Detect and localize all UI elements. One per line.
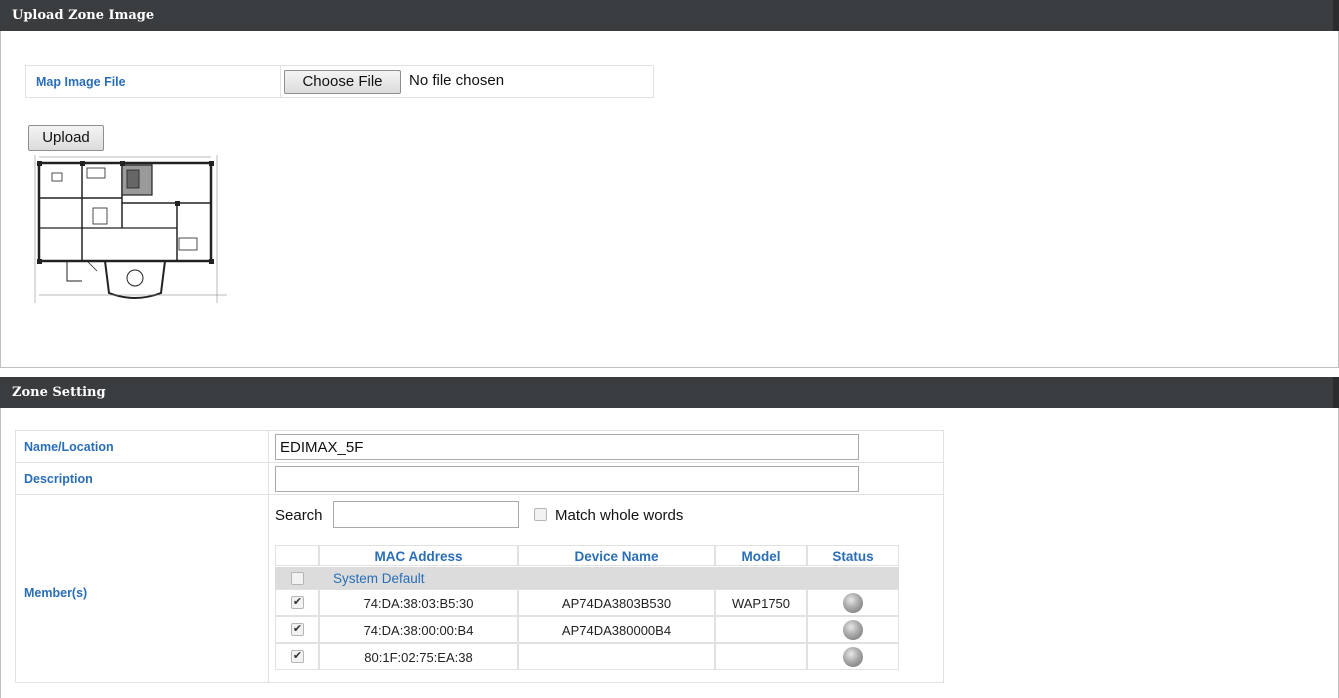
description-label: Description — [24, 472, 93, 486]
row-device-name — [518, 643, 715, 670]
match-whole-words-checkbox[interactable] — [534, 508, 547, 521]
row-checkbox-cell: ✔ — [275, 589, 319, 616]
table-row: ✔ 74:DA:38:00:00:B4 AP74DA380000B4 — [275, 616, 899, 643]
header-model: Model — [715, 545, 807, 566]
upload-zone-image-title: Upload Zone Image — [12, 8, 155, 23]
name-location-input[interactable] — [275, 434, 859, 460]
map-image-file-label-cell: Map Image File — [25, 65, 281, 98]
row-status-cell — [807, 589, 899, 616]
search-label: Search — [275, 507, 323, 524]
name-location-input-cell — [268, 430, 944, 463]
group-system-default-checkbox[interactable] — [291, 572, 304, 585]
row-mac-address: 74:DA:38:03:B5:30 — [319, 589, 518, 616]
status-indicator-icon — [843, 647, 863, 667]
row-model — [715, 643, 807, 670]
header-device-name: Device Name — [518, 545, 715, 566]
table-row: ✔ 80:1F:02:75:EA:38 — [275, 643, 899, 670]
row-model — [715, 616, 807, 643]
zone-form-table: Name/Location Description Member(s) Sear… — [15, 430, 944, 683]
description-input[interactable] — [275, 466, 859, 492]
header-checkbox-col — [275, 545, 319, 566]
row-model: WAP1750 — [715, 589, 807, 616]
status-indicator-icon — [843, 593, 863, 613]
description-input-cell — [268, 462, 944, 495]
floor-plan-image — [27, 153, 233, 305]
upload-form-table: Map Image File Choose File No file chose… — [25, 65, 654, 98]
row-status-cell — [807, 616, 899, 643]
members-content-cell: Search Match whole words MAC Address Dev… — [268, 494, 944, 683]
row-checkbox[interactable]: ✔ — [291, 596, 304, 609]
zone-setting-panel: Name/Location Description Member(s) Sear… — [0, 408, 1339, 698]
row-checkbox-cell: ✔ — [275, 643, 319, 670]
header-mac-address: MAC Address — [319, 545, 518, 566]
row-status-cell — [807, 643, 899, 670]
members-table-header: MAC Address Device Name Model Status — [275, 545, 899, 566]
zone-setting-header: Zone Setting — [0, 377, 1339, 408]
choose-file-button[interactable]: Choose File — [284, 70, 401, 94]
description-label-cell: Description — [15, 462, 269, 495]
row-checkbox[interactable]: ✔ — [291, 650, 304, 663]
row-mac-address: 74:DA:38:00:00:B4 — [319, 616, 518, 643]
file-status-text: No file chosen — [409, 72, 505, 89]
zone-setting-title: Zone Setting — [12, 385, 106, 400]
name-location-label-cell: Name/Location — [15, 430, 269, 463]
upload-zone-image-panel: Map Image File Choose File No file chose… — [0, 31, 1339, 368]
search-input[interactable] — [333, 501, 519, 528]
upload-button[interactable]: Upload — [28, 125, 104, 151]
map-image-file-label: Map Image File — [36, 75, 126, 89]
header-status: Status — [807, 545, 899, 566]
upload-zone-image-header: Upload Zone Image — [0, 0, 1339, 31]
group-row-system-default: System Default — [275, 567, 899, 589]
status-indicator-icon — [843, 620, 863, 640]
row-mac-address: 80:1F:02:75:EA:38 — [319, 643, 518, 670]
match-whole-words-label: Match whole words — [555, 507, 684, 524]
row-checkbox-cell: ✔ — [275, 616, 319, 643]
row-device-name: AP74DA380000B4 — [518, 616, 715, 643]
row-device-name: AP74DA3803B530 — [518, 589, 715, 616]
name-location-label: Name/Location — [24, 440, 114, 454]
table-row: ✔ 74:DA:38:03:B5:30 AP74DA3803B530 WAP17… — [275, 589, 899, 616]
members-label: Member(s) — [24, 586, 88, 600]
row-checkbox[interactable]: ✔ — [291, 623, 304, 636]
members-label-cell: Member(s) — [15, 494, 269, 683]
members-table: MAC Address Device Name Model Status Sys… — [275, 545, 899, 677]
group-system-default-label: System Default — [333, 571, 425, 586]
map-image-file-input-cell: Choose File No file chosen — [280, 65, 654, 98]
